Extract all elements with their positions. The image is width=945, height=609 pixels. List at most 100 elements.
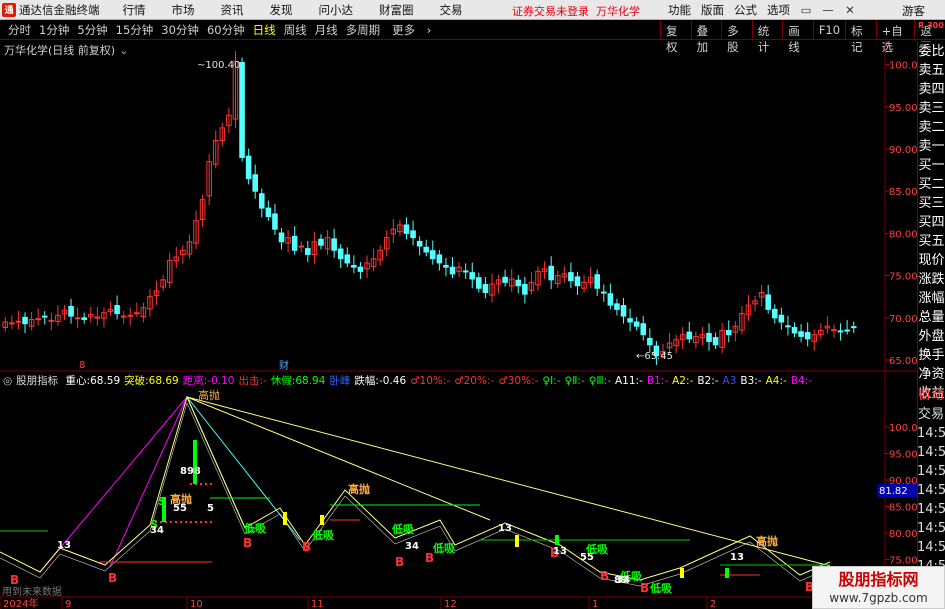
indicator-item-label: ♂20%: bbox=[454, 375, 491, 387]
side-tab[interactable]: 买四 bbox=[918, 213, 945, 232]
indicator-item: ♂30%:- bbox=[498, 375, 538, 387]
candle-body bbox=[436, 254, 443, 264]
indicator-item-label: A4: bbox=[765, 375, 784, 387]
side-tab[interactable]: 卖四 bbox=[918, 80, 945, 99]
candle-body bbox=[423, 246, 429, 253]
candle-body bbox=[318, 238, 324, 246]
min-price-label: ←65.45 bbox=[636, 351, 673, 362]
watermark-title: 股朋指标网 bbox=[838, 570, 919, 589]
side-tab[interactable]: 外盘 bbox=[918, 327, 945, 346]
count-label: 13 bbox=[57, 540, 71, 551]
indicator-tick-label: 85.00 bbox=[889, 503, 918, 514]
indicator-item-value: - bbox=[534, 375, 539, 387]
side-tab[interactable]: 买二 bbox=[918, 175, 945, 194]
side-tab[interactable]: 涨幅 bbox=[918, 289, 945, 308]
candle-body bbox=[804, 332, 811, 340]
side-tab[interactable]: 卖五 bbox=[918, 61, 945, 80]
candle-body bbox=[344, 254, 351, 264]
indicator-item-value: -0.10 bbox=[207, 375, 235, 387]
candle-body bbox=[48, 319, 55, 322]
trend-line bbox=[186, 396, 491, 521]
price-chart[interactable]: 100.0 95.00 90.00 85.00 80.00 75.00 70.00 65.00… bbox=[0, 0, 945, 609]
side-tab[interactable]: 现价 bbox=[918, 251, 945, 270]
candle-body bbox=[443, 264, 449, 268]
top-sell-label: 高抛 bbox=[198, 388, 220, 402]
indicator-item: A4:- bbox=[766, 375, 787, 387]
signal-bar bbox=[515, 535, 519, 547]
side-tab[interactable]: 卖二 bbox=[918, 118, 945, 137]
tick-time: 14:56 bbox=[917, 445, 945, 460]
candle-body bbox=[607, 293, 614, 306]
watermark-url: www.7gpzb.com bbox=[829, 591, 928, 605]
indicator-item-label: B1: bbox=[646, 375, 665, 387]
signal-bar bbox=[680, 568, 684, 578]
indicator-item-label: 突破: bbox=[124, 375, 149, 387]
y-tick-label: 100.0 bbox=[889, 61, 918, 72]
candle-body bbox=[798, 331, 804, 337]
side-lower-tab[interactable]: 交易 bbox=[917, 405, 945, 424]
indicator-tick-label: 75.00 bbox=[889, 556, 918, 567]
side-tab[interactable]: 净资 bbox=[918, 365, 945, 384]
candle-body bbox=[239, 61, 245, 158]
buy-signal-label: 低吸 bbox=[311, 528, 335, 542]
side-tab[interactable]: 涨跌 bbox=[918, 270, 945, 289]
indicator-item: B3:- bbox=[740, 375, 761, 387]
side-panel-lower: 自动交易14:5614:5614:5614:5614:5614:5614:561… bbox=[917, 386, 945, 595]
indicator-item-label: ♂30%: bbox=[498, 375, 535, 387]
indicator-item: 休假:68.94 bbox=[271, 375, 326, 387]
side-tab[interactable]: 卖三 bbox=[918, 99, 945, 118]
side-tab[interactable]: 买三 bbox=[918, 194, 945, 213]
candle-body bbox=[502, 276, 508, 283]
x-tick-label: 9 bbox=[65, 599, 71, 609]
indicator-menu-icon[interactable]: ◎ bbox=[3, 375, 12, 387]
count-label: 55 bbox=[173, 503, 187, 514]
count-label: 5 bbox=[207, 503, 214, 514]
indicator-item-value: - bbox=[556, 375, 561, 387]
indicator-item-label: ♀Ⅱ: bbox=[564, 375, 581, 387]
candle-body bbox=[640, 323, 647, 336]
candle-body bbox=[22, 316, 28, 325]
candle-body bbox=[127, 314, 134, 317]
indicator-item-label: 休假: bbox=[270, 375, 296, 387]
x-tick-label: 10 bbox=[190, 599, 203, 609]
indicator-item-label: A3 bbox=[722, 375, 737, 387]
indicator-values: 重心:68.59 突破:68.69 距离:-0.10 出击:- 休假:68.94 卧峰 跌幅… bbox=[66, 375, 817, 387]
y-tick-label: 85.00 bbox=[889, 187, 918, 198]
indicator-item-label: A11: bbox=[615, 375, 640, 387]
indicator-item-value: - bbox=[664, 375, 669, 387]
chevron-down-icon[interactable]: ⌄ bbox=[119, 44, 128, 57]
side-tab[interactable]: 买五 bbox=[918, 232, 945, 251]
sell-signal-label: 高抛 bbox=[756, 534, 778, 548]
indicator-item: ♀Ⅲ:- bbox=[589, 375, 611, 387]
candle-body bbox=[74, 317, 81, 320]
candle-body bbox=[515, 279, 522, 287]
wave-line bbox=[0, 395, 831, 581]
indicator-plot: B BB BB B BBB B高抛高抛高抛低吸低吸 低吸低吸 低吸低吸低吸SS89855 513… bbox=[0, 395, 831, 595]
event-marker[interactable]: 8 bbox=[79, 360, 85, 371]
side-lower-tab[interactable]: 自动 bbox=[917, 386, 945, 405]
candle-body bbox=[410, 230, 416, 239]
count-label: 34 bbox=[405, 541, 419, 552]
side-tab[interactable]: 委比 bbox=[918, 42, 945, 61]
candle-body bbox=[305, 248, 311, 255]
candle-body bbox=[134, 312, 140, 315]
y-tick-label: 75.00 bbox=[889, 272, 918, 283]
indicator-item-value: - bbox=[689, 375, 694, 387]
indicator-item-label: 出击: bbox=[238, 375, 263, 387]
max-price-label: ~100.40 bbox=[197, 60, 240, 71]
side-tab[interactable]: 换手 bbox=[918, 346, 945, 365]
y-tick-label: 90.00 bbox=[889, 145, 918, 156]
indicator-item: B4:- bbox=[791, 375, 812, 387]
indicator-tick-label: 80.00 bbox=[889, 529, 918, 540]
y-tick-label: 80.00 bbox=[889, 229, 918, 240]
candle-body bbox=[265, 207, 272, 218]
indicator-item: 突破:68.69 bbox=[124, 375, 179, 387]
indicator-item: A2:- bbox=[672, 375, 693, 387]
indicator-item-value: - bbox=[783, 375, 787, 387]
side-tab[interactable]: 买一 bbox=[918, 156, 945, 175]
indicator-item: 跌幅:-0.46 bbox=[354, 375, 406, 387]
side-tab[interactable]: 卖一 bbox=[918, 137, 945, 156]
side-tab[interactable]: 总量 bbox=[918, 308, 945, 327]
finance-marker[interactable]: 财 bbox=[279, 359, 289, 372]
indicator-name[interactable]: 股朋指标 bbox=[16, 375, 58, 387]
